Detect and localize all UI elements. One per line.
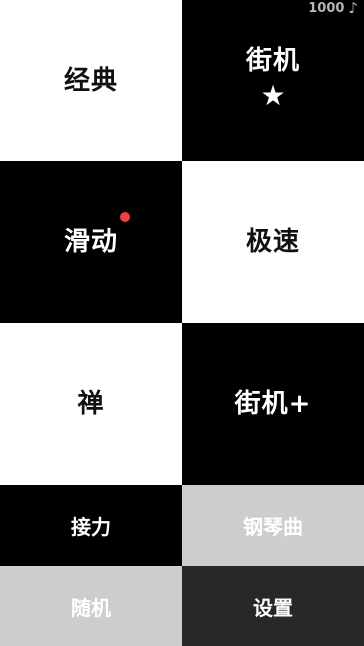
piano-songs-button[interactable]: 钢琴曲 <box>182 485 364 566</box>
bottom-menu: 接力 钢琴曲 随机 设置 <box>0 485 364 646</box>
relay-button[interactable]: 接力 <box>0 485 182 566</box>
mode-speed-tile[interactable]: 极速 <box>182 161 364 323</box>
score-display: 1000 ♪ <box>308 0 358 16</box>
mode-zen-label: 禅 <box>77 389 105 419</box>
game-menu-screen: 经典 街机 ★ 滑动 极速 禅 街机+ 接力 钢琴曲 随机 设置 1000 ♪ <box>0 0 364 646</box>
mode-grid: 经典 街机 ★ 滑动 极速 禅 街机+ <box>0 0 364 485</box>
notification-dot <box>120 212 130 222</box>
mode-slide-tile[interactable]: 滑动 <box>0 161 182 323</box>
mode-speed-label: 极速 <box>245 227 300 257</box>
star-icon: ★ <box>260 78 286 112</box>
music-note-icon: ♪ <box>348 0 358 17</box>
mode-arcade-tile[interactable]: 街机 ★ <box>182 0 364 161</box>
mode-arcade-label: 街机 <box>245 45 300 76</box>
score-value: 1000 <box>308 0 345 16</box>
mode-zen-tile[interactable]: 禅 <box>0 323 182 485</box>
settings-button[interactable]: 设置 <box>182 566 364 646</box>
mode-arcade-plus-tile[interactable]: 街机+ <box>182 323 364 485</box>
mode-classic-tile[interactable]: 经典 <box>0 0 182 161</box>
mode-slide-label: 滑动 <box>63 227 118 257</box>
mode-arcade-plus-label: 街机+ <box>234 389 312 419</box>
random-button[interactable]: 随机 <box>0 566 182 646</box>
mode-classic-label: 经典 <box>63 65 118 96</box>
